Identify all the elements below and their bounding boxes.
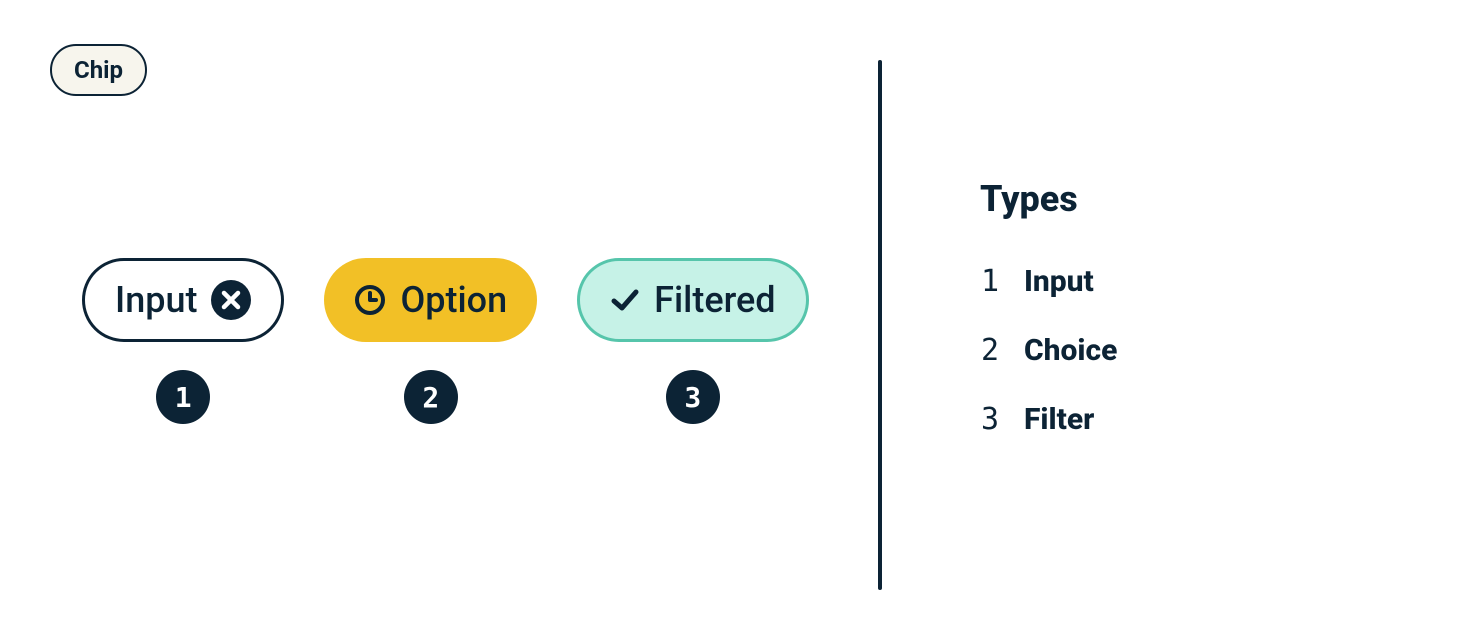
vertical-divider	[878, 60, 882, 590]
filter-chip-label: Filtered	[654, 279, 775, 321]
legend-label: Filter	[1024, 402, 1094, 437]
header-component-pill: Chip	[50, 44, 147, 96]
legend-num: 3	[980, 402, 1000, 437]
legend-row-1: 1 Input	[980, 264, 1117, 299]
example-badge-2: 2	[404, 370, 458, 424]
legend-row-2: 2 Choice	[980, 333, 1117, 368]
legend-label: Choice	[1024, 333, 1117, 368]
clock-icon	[354, 284, 386, 316]
input-chip[interactable]: Input	[82, 258, 284, 342]
close-icon[interactable]	[211, 280, 251, 320]
check-icon	[610, 285, 640, 315]
legend-row-3: 3 Filter	[980, 402, 1117, 437]
example-choice: Option 2	[324, 258, 537, 424]
legend-list: 1 Input 2 Choice 3 Filter	[980, 264, 1117, 437]
legend-num: 1	[980, 264, 1000, 299]
legend-title: Types	[980, 178, 1117, 220]
choice-chip[interactable]: Option	[324, 258, 537, 342]
example-input: Input 1	[82, 258, 284, 424]
chip-examples-row: Input 1 Option 2 Filtered 3	[82, 258, 809, 424]
example-badge-1: 1	[156, 370, 210, 424]
filter-chip[interactable]: Filtered	[577, 258, 808, 342]
example-filter: Filtered 3	[577, 258, 808, 424]
types-legend: Types 1 Input 2 Choice 3 Filter	[980, 178, 1117, 437]
choice-chip-label: Option	[400, 279, 507, 321]
example-badge-3: 3	[666, 370, 720, 424]
input-chip-label: Input	[115, 279, 197, 321]
legend-num: 2	[980, 333, 1000, 368]
legend-label: Input	[1024, 264, 1094, 299]
